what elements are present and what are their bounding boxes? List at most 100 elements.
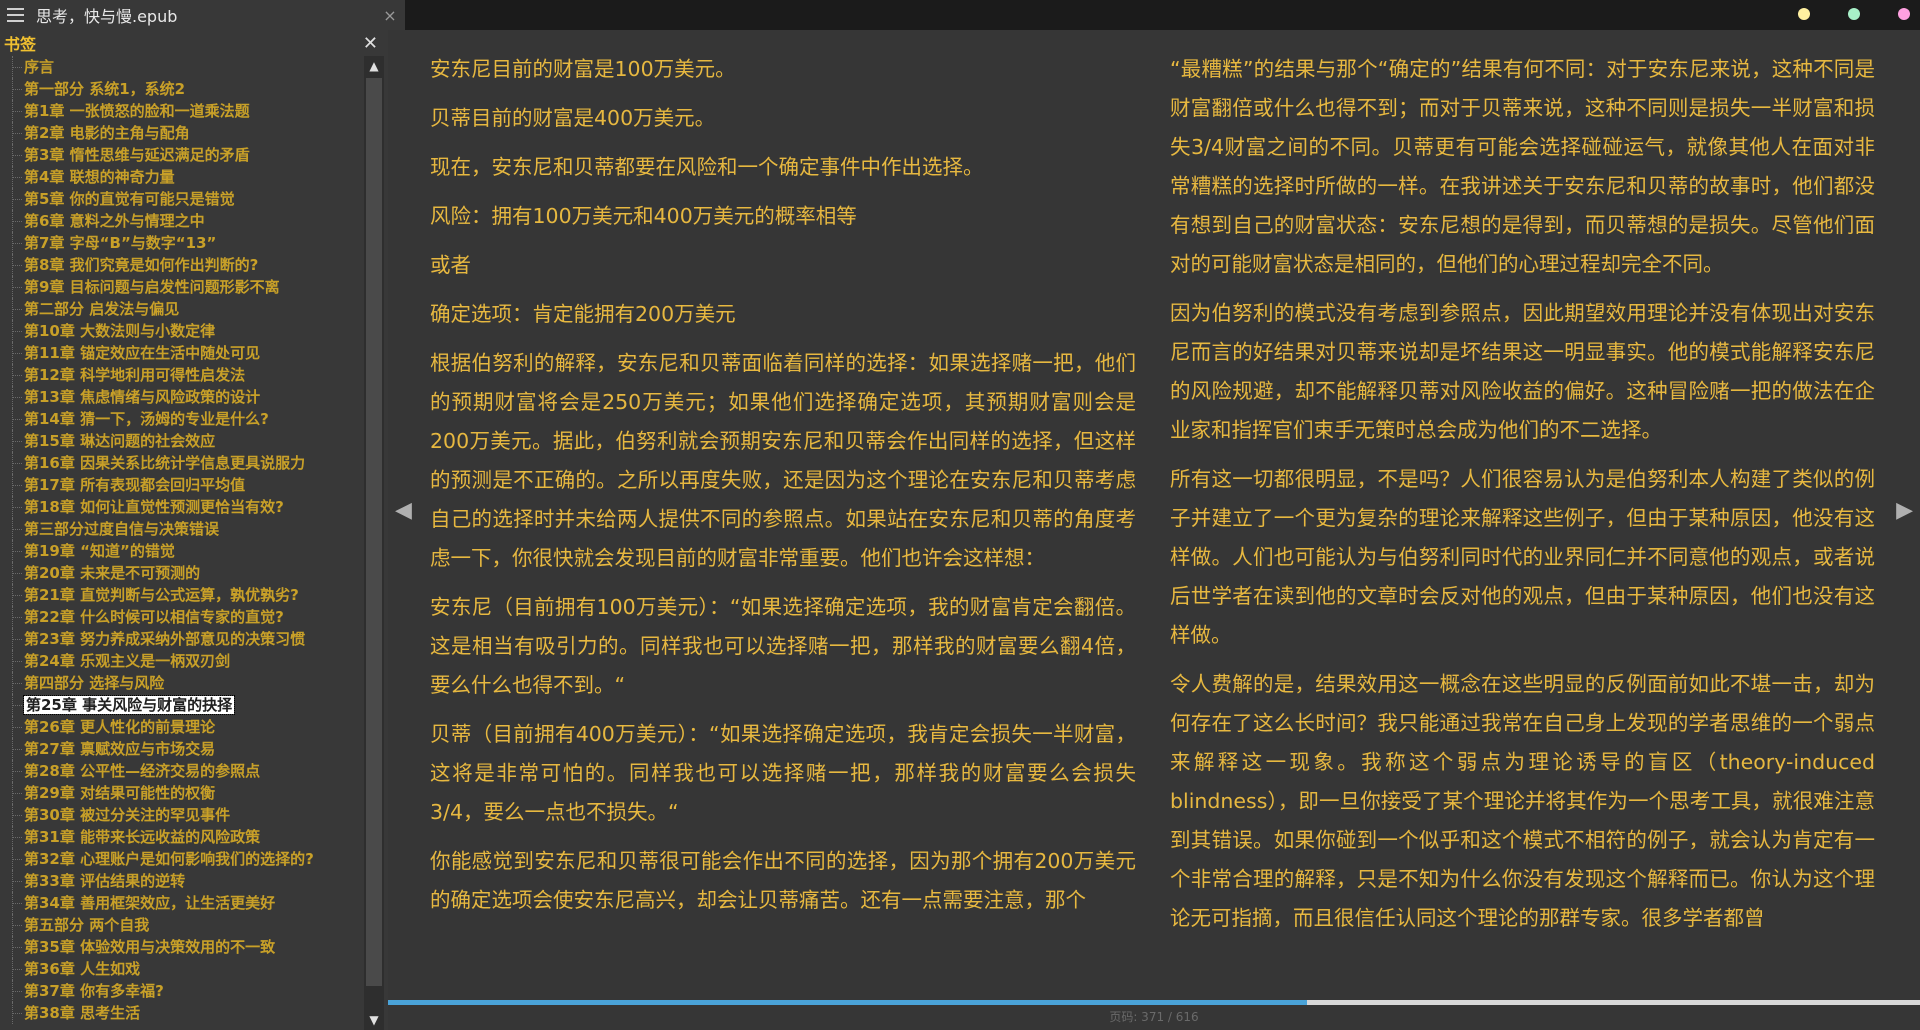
bookmark-item[interactable]: 第11章 锚定效应在生活中随处可见 [0, 342, 360, 364]
bookmark-item[interactable]: 第25章 事关风险与财富的抉择 [0, 694, 360, 716]
bookmark-item-label: 第11章 锚定效应在生活中随处可见 [24, 344, 261, 362]
bookmark-item[interactable]: 第31章 能带来长远收益的风险政策 [0, 826, 360, 848]
bookmark-item[interactable]: 第4章 联想的神奇力量 [0, 166, 360, 188]
sidebar-title: 书签 [4, 35, 37, 54]
bookmark-item-label: 第13章 焦虑情绪与风险政策的设计 [24, 388, 261, 406]
bookmark-item-label: 第26章 更人性化的前景理论 [24, 718, 216, 736]
bookmark-item[interactable]: 第四部分 选择与风险 [0, 672, 360, 694]
bookmark-item[interactable]: 第7章 字母“B”与数字“13” [0, 232, 360, 254]
bookmark-item[interactable]: 第五部分 两个自我 [0, 914, 360, 936]
sidebar-scrollbar[interactable]: ▲ ▼ [364, 56, 384, 1030]
bookmark-item[interactable]: 第13章 焦虑情绪与风险政策的设计 [0, 386, 360, 408]
minimize-button[interactable] [1798, 8, 1810, 20]
bookmark-item[interactable]: 第15章 琳达问题的社会效应 [0, 430, 360, 452]
bookmark-item[interactable]: 第36章 人生如戏 [0, 958, 360, 980]
bookmark-item[interactable]: 第17章 所有表现都会回归平均值 [0, 474, 360, 496]
bookmark-item[interactable]: 第24章 乐观主义是一柄双刃剑 [0, 650, 360, 672]
bookmark-item[interactable]: 第22章 什么时候可以相信专家的直觉? [0, 606, 360, 628]
reading-progress-fill [388, 1000, 1308, 1005]
scroll-thumb[interactable] [366, 78, 382, 986]
bookmark-item[interactable]: 第21章 直觉判断与公式运算，孰优孰劣? [0, 584, 360, 606]
bookmark-item-label: 第7章 字母“B”与数字“13” [24, 234, 217, 252]
bookmark-item[interactable]: 第3章 惰性思维与延迟满足的矛盾 [0, 144, 360, 166]
window-controls [1760, 8, 1910, 20]
bookmark-item[interactable]: 第二部分 启发法与偏见 [0, 298, 360, 320]
bookmark-item-label: 第3章 惰性思维与延迟满足的矛盾 [24, 146, 250, 164]
paragraph: 令人费解的是，结果效用这一概念在这些明显的反例面前如此不堪一击，却为何存在了这么… [1170, 672, 1875, 930]
bookmark-item[interactable]: 第9章 目标问题与启发性问题形影不离 [0, 276, 360, 298]
bookmark-item[interactable]: 第10章 大数法则与小数定律 [0, 320, 360, 342]
bookmark-item[interactable]: 第2章 电影的主角与配角 [0, 122, 360, 144]
bookmark-item-label: 第28章 公平性—经济交易的参照点 [24, 762, 261, 780]
bookmark-item-label: 第32章 心理账户是如何影响我们的选择的? [24, 850, 314, 868]
paragraph: 贝蒂目前的财富是400万美元。 [430, 106, 716, 130]
bookmark-item[interactable]: 第14章 猜一下，汤姆的专业是什么? [0, 408, 360, 430]
bookmark-item[interactable]: 第三部分过度自信与决策错误 [0, 518, 360, 540]
bookmark-item[interactable]: 第23章 努力养成采纳外部意见的决策习惯 [0, 628, 360, 650]
bookmark-item[interactable]: 第6章 意料之外与情理之中 [0, 210, 360, 232]
document-tab[interactable]: 思考，快与慢.epub × [0, 0, 405, 30]
bookmark-item[interactable]: 第19章 “知道”的错觉 [0, 540, 360, 562]
bookmark-item[interactable]: 第26章 更人性化的前景理论 [0, 716, 360, 738]
bookmark-item-label: 第二部分 启发法与偏见 [24, 300, 180, 318]
paragraph: 所有这一切都很明显，不是吗？人们很容易认为是伯努利本人构建了类似的例子并建立了一… [1170, 467, 1875, 647]
bookmark-item[interactable]: 第37章 你有多幸福? [0, 980, 360, 1002]
next-page-icon[interactable]: ▶ [1896, 498, 1913, 523]
bookmark-item-label: 第一部分 系统1，系统2 [24, 80, 186, 98]
sidebar-close-icon[interactable]: ✕ [363, 33, 378, 54]
paragraph: 根据伯努利的解释，安东尼和贝蒂面临着同样的选择：如果选择赌一把，他们的预期财富将… [430, 351, 1136, 570]
paragraph: 现在，安东尼和贝蒂都要在风险和一个确定事件中作出选择。 [430, 155, 984, 179]
bookmark-item-label: 第18章 如何让直觉性预测更恰当有效? [24, 498, 284, 516]
bookmark-item[interactable]: 第12章 科学地利用可得性启发法 [0, 364, 360, 386]
scroll-up-icon[interactable]: ▲ [364, 56, 384, 76]
bookmark-item[interactable]: 第38章 思考生活 [0, 1002, 360, 1024]
bookmark-item-label: 第10章 大数法则与小数定律 [24, 322, 216, 340]
bookmark-item[interactable]: 第一部分 系统1，系统2 [0, 78, 360, 100]
bookmark-item-label: 第三部分过度自信与决策错误 [24, 520, 220, 538]
title-bar: 思考，快与慢.epub × [0, 0, 1920, 30]
paragraph: 或者 [430, 253, 471, 277]
bookmark-item[interactable]: 第30章 被过分关注的罕见事件 [0, 804, 360, 826]
bookmark-item-label: 第四部分 选择与风险 [24, 674, 165, 692]
tab-title: 思考，快与慢.epub [36, 7, 178, 26]
bookmark-item[interactable]: 第16章 因果关系比统计学信息更具说服力 [0, 452, 360, 474]
close-window-button[interactable] [1898, 8, 1910, 20]
bookmark-item[interactable]: 第29章 对结果可能性的权衡 [0, 782, 360, 804]
bookmark-item-label: 第22章 什么时候可以相信专家的直觉? [24, 608, 284, 626]
bookmark-item[interactable]: 序言 [0, 56, 360, 78]
bookmark-item-label: 第23章 努力养成采纳外部意见的决策习惯 [24, 630, 306, 648]
bookmark-item[interactable]: 第28章 公平性—经济交易的参照点 [0, 760, 360, 782]
paragraph: “最糟糕”的结果与那个“确定的”结果有何不同：对于安东尼来说，这种不同是财富翻倍… [1170, 57, 1875, 276]
reader-pane: 安东尼目前的财富是100万美元。 贝蒂目前的财富是400万美元。 现在，安东尼和贝蒂… [388, 30, 1920, 1030]
bookmark-item-label: 第4章 联想的神奇力量 [24, 168, 175, 186]
bookmark-item[interactable]: 第27章 禀赋效应与市场交易 [0, 738, 360, 760]
reading-progress-bar[interactable] [388, 1000, 1920, 1005]
bookmark-item-label: 第9章 目标问题与启发性问题形影不离 [24, 278, 280, 296]
tab-close-icon[interactable]: × [379, 6, 401, 25]
previous-page-icon[interactable]: ◀ [395, 498, 412, 523]
right-page-column: “最糟糕”的结果与那个“确定的”结果有何不同：对于安东尼来说，这种不同是财富翻倍… [1170, 50, 1875, 948]
sidebar-header: 书签 ✕ [0, 30, 388, 56]
menu-icon[interactable] [7, 8, 24, 22]
bookmark-item-label: 第1章 一张愤怒的脸和一道乘法题 [24, 102, 250, 120]
bookmark-item-label: 第37章 你有多幸福? [24, 982, 164, 1000]
paragraph: 因为伯努利的模式没有考虑到参照点，因此期望效用理论并没有体现出对安东尼而言的好结… [1170, 301, 1875, 442]
bookmark-item-label: 第25章 事关风险与财富的抉择 [22, 695, 236, 715]
bookmark-item[interactable]: 第33章 评估结果的逆转 [0, 870, 360, 892]
bookmark-item-label: 第15章 琳达问题的社会效应 [24, 432, 216, 450]
bookmark-item-label: 第30章 被过分关注的罕见事件 [24, 806, 231, 824]
bookmark-item-label: 第5章 你的直觉有可能只是错觉 [24, 190, 235, 208]
maximize-button[interactable] [1848, 8, 1860, 20]
bookmark-item[interactable]: 第8章 我们究竟是如何作出判断的? [0, 254, 360, 276]
bookmark-item[interactable]: 第32章 心理账户是如何影响我们的选择的? [0, 848, 360, 870]
bookmark-item[interactable]: 第34章 善用框架效应，让生活更美好 [0, 892, 360, 914]
scroll-down-icon[interactable]: ▼ [364, 1010, 384, 1030]
bookmark-item[interactable]: 第18章 如何让直觉性预测更恰当有效? [0, 496, 360, 518]
bookmark-item[interactable]: 第5章 你的直觉有可能只是错觉 [0, 188, 360, 210]
bookmark-item-label: 第27章 禀赋效应与市场交易 [24, 740, 216, 758]
bookmark-item[interactable]: 第35章 体验效用与决策效用的不一致 [0, 936, 360, 958]
bookmark-item-label: 第35章 体验效用与决策效用的不一致 [24, 938, 276, 956]
bookmark-item[interactable]: 第20章 未来是不可预测的 [0, 562, 360, 584]
bookmark-item-label: 第31章 能带来长远收益的风险政策 [24, 828, 261, 846]
bookmark-item[interactable]: 第1章 一张愤怒的脸和一道乘法题 [0, 100, 360, 122]
